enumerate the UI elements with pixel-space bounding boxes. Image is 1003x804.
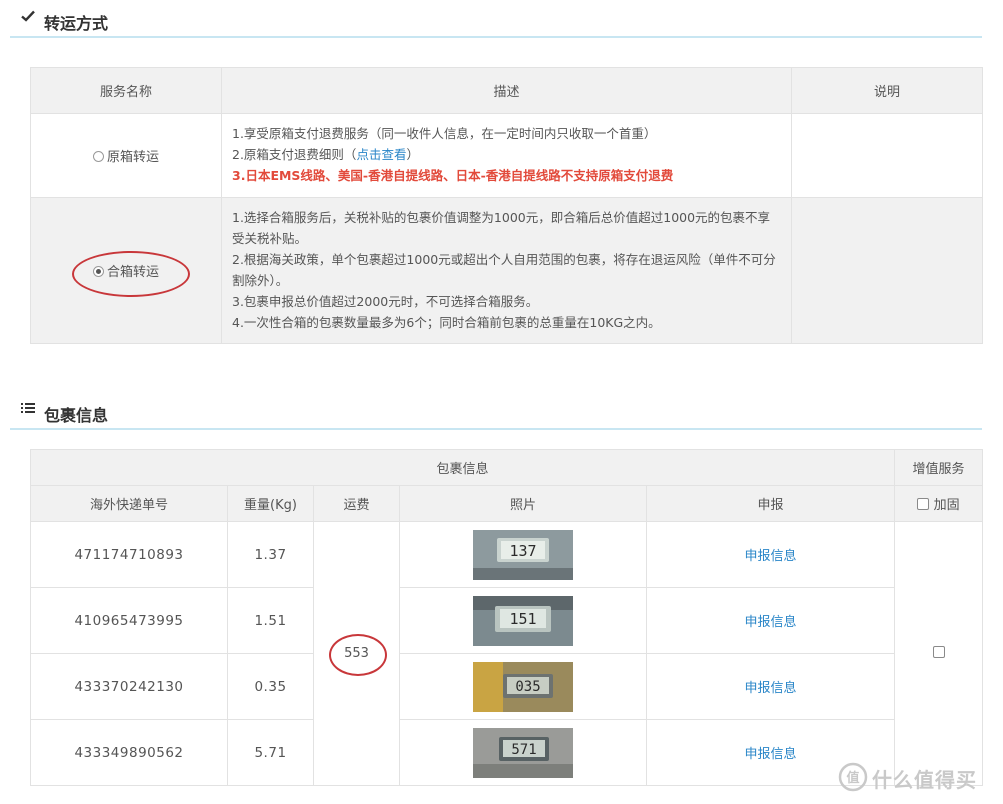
reinforce-checkbox[interactable] [917,498,930,510]
tracking-number: 433349890562 [30,719,228,786]
option-original-box[interactable]: 原箱转运 [30,113,222,198]
shipping-fee-cell: 553 [313,521,400,786]
smzdm-logo-icon: 值 [838,762,868,792]
option-label-combined-box: 合箱转运 [106,265,159,280]
desc-line: 2.根据海关政策，单个包裹超过1000元或超出个人自用范围的包裹，将存在退运风险… [232,252,776,288]
declare-cell: 申报信息 [645,587,896,654]
header-description: 描述 [221,67,792,114]
shipping-fee-value: 553 [344,646,369,661]
header-tracking: 海外快递单号 [30,485,228,522]
table-row: 433370242130 0.35 035 申报信息 [30,653,983,720]
declare-cell: 申报信息 [645,521,896,588]
value-added-cell [894,521,984,786]
notes-combined-box [791,197,983,344]
transfer-method-table: 服务名称 描述 说明 原箱转运 1.享受原箱支付退费服务（同一收件人信息，在一定… [30,67,983,344]
header-notes: 说明 [791,67,983,114]
description-original-box: 1.享受原箱支付退费服务（同一收件人信息，在一定时间内只收取一个首重） 2.原箱… [221,113,792,198]
desc-line: 2.原箱支付退费细则（点击查看） [232,147,419,162]
declare-info-link[interactable]: 申报信息 [745,747,797,762]
option-row-combined-box: 合箱转运 1.选择合箱服务后，关税补贴的包裹价值调整为1000元，即合箱后总价值… [30,197,983,344]
tracking-number: 410965473995 [30,587,228,654]
svg-text:571: 571 [511,742,536,758]
declare-cell: 申报信息 [645,653,896,720]
header-declare: 申报 [645,485,896,522]
option-row-original-box: 原箱转运 1.享受原箱支付退费服务（同一收件人信息，在一定时间内只收取一个首重）… [30,113,983,198]
tracking-number: 433370242130 [30,653,228,720]
scale-photo[interactable]: 137 [473,529,573,580]
svg-text:137: 137 [509,542,536,560]
header-shipping-fee: 运费 [313,485,400,522]
value-added-checkbox[interactable] [932,646,945,658]
transfer-title-text: 转运方式 [44,14,109,33]
header-weight: 重量(Kg) [227,485,314,522]
desc-line: 4.一次性合箱的包裹数量最多为6个；同时合箱前包裹的总重量在10KG之内。 [232,315,661,330]
declare-info-link[interactable]: 申报信息 [745,681,797,696]
scale-photo[interactable]: 571 [473,727,573,778]
description-combined-box: 1.选择合箱服务后，关税补贴的包裹价值调整为1000元，即合箱后总价值超过100… [221,197,792,344]
package-title-text: 包裹信息 [44,406,109,425]
header-value-added: 增值服务 [894,449,984,486]
desc-line: 3.包裹申报总价值超过2000元时，不可选择合箱服务。 [232,294,539,309]
watermark-text: 什么值得买 [872,768,977,792]
notes-original-box [791,113,983,198]
svg-text:035: 035 [515,679,540,695]
package-section-title: 包裹信息 [10,394,982,430]
radio-combined-box[interactable] [92,266,104,277]
list-icon [21,403,35,413]
svg-text:151: 151 [509,610,536,628]
declare-info-link[interactable]: 申报信息 [745,615,797,630]
package-info-table: 包裹信息 增值服务 海外快递单号 重量(Kg) 运费 照片 申报 加固 4711… [29,449,984,786]
table-row: 471174710893 1.37 553 137 申报信息 [30,521,984,786]
desc-warning-line: 3.日本EMS线路、美国-香港自提线路、日本-香港自提线路不支持原箱支付退费 [232,168,674,183]
weight-value: 1.51 [227,587,314,654]
scale-photo[interactable]: 151 [473,595,573,646]
svg-text:值: 值 [846,770,859,786]
header-service-name: 服务名称 [30,67,222,114]
desc-line: 1.选择合箱服务后，关税补贴的包裹价值调整为1000元，即合箱后总价值超过100… [232,210,771,246]
weight-value: 0.35 [227,653,314,720]
photo-cell: 035 [399,653,647,720]
weight-value: 5.71 [227,719,314,786]
checkmark-icon [21,10,35,22]
watermark-logo: 值 什么值得买 [836,760,996,796]
header-reinforce[interactable]: 加固 [894,485,984,522]
tracking-number: 471174710893 [30,521,228,588]
header-package-info: 包裹信息 [29,449,896,486]
photo-cell: 571 [399,719,647,786]
header-photo: 照片 [399,485,647,522]
declare-info-link[interactable]: 申报信息 [745,549,797,564]
reinforce-label: 加固 [933,498,960,513]
desc-line: 1.享受原箱支付退费服务（同一收件人信息，在一定时间内只收取一个首重） [232,126,657,141]
transfer-section-title: 转运方式 [10,2,982,38]
view-rules-link[interactable]: 点击查看 [356,147,406,162]
weight-value: 1.37 [227,521,314,588]
option-combined-box[interactable]: 合箱转运 [30,197,222,344]
photo-cell: 151 [399,587,647,654]
scale-photo[interactable]: 035 [473,661,573,712]
radio-original-box[interactable] [92,151,104,162]
option-label-original-box: 原箱转运 [106,150,159,165]
photo-cell: 137 [399,521,647,588]
table-row: 410965473995 1.51 151 申报信息 [30,587,983,654]
